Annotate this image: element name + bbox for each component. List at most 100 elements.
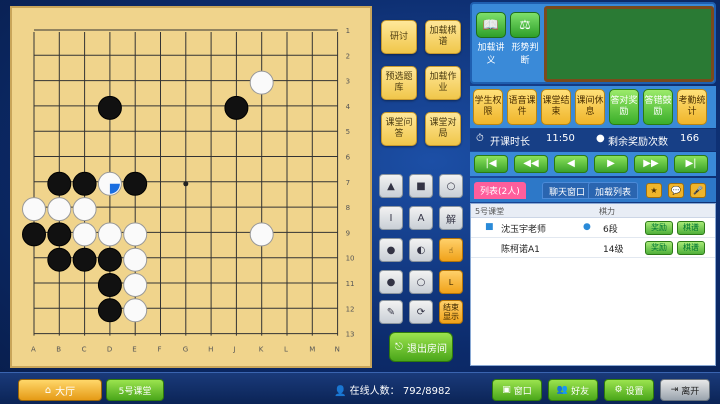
corner-mark-icon[interactable]: L xyxy=(439,270,463,294)
reward-value: 166 xyxy=(680,133,700,144)
column-label: E xyxy=(132,346,136,354)
black-stone xyxy=(123,171,148,196)
column-label: M xyxy=(309,346,315,354)
black-stone xyxy=(47,222,72,247)
black-stone xyxy=(97,95,122,120)
tab-load-list[interactable]: 加载列表 xyxy=(588,182,639,199)
end-display-button[interactable]: 结束 显示 xyxy=(439,300,463,324)
refresh-icon[interactable]: ⟳ xyxy=(409,300,433,324)
research-button[interactable]: 研讨 xyxy=(381,20,417,54)
board-canvas[interactable]: 1 A 2 B 3 C 4 D 5 E 6 F 7 G 8 H 9 J 10 K 11 L 12 M 13 N xyxy=(12,8,370,366)
class-end-button[interactable]: 课堂结束 xyxy=(541,89,571,125)
list-header: 5号课堂 棋力 xyxy=(471,204,715,218)
white-stone xyxy=(123,298,148,323)
column-label: K xyxy=(259,346,264,354)
settings-button[interactable]: ⚙ 设置 xyxy=(604,379,654,401)
gear-icon: ⚙ xyxy=(614,385,623,395)
clock-icon: ⏱ xyxy=(476,133,484,144)
white-place-icon[interactable]: ○ xyxy=(409,270,433,294)
friends-button[interactable]: 👥 好友 xyxy=(548,379,598,401)
row-label: 1 xyxy=(346,27,350,35)
black-stone xyxy=(97,273,122,297)
tab-chat[interactable]: 聊天窗口 xyxy=(542,182,593,199)
last-move-icon[interactable]: ▶| xyxy=(674,155,708,173)
wrong-encourage-button[interactable]: 答错鼓励 xyxy=(643,89,673,125)
column-label: N xyxy=(335,346,340,354)
exit-door-icon: ⎋ xyxy=(395,341,403,353)
alternate-stone-icon[interactable]: ◐ xyxy=(409,238,433,262)
cursor-icon[interactable]: I xyxy=(379,206,403,230)
row-label: 11 xyxy=(346,280,355,288)
load-lecture-button[interactable]: 📖 加载讲义 xyxy=(476,12,506,66)
row-label: 13 xyxy=(346,331,355,339)
column-label: L xyxy=(284,346,288,354)
column-label: C xyxy=(82,346,87,354)
reward-button[interactable]: 奖励 xyxy=(645,221,673,235)
blackboard xyxy=(544,6,714,82)
user-list: 5号课堂 棋力 ■ 沈玉宇老师 ● 6段 奖励 棋谱 陈柯诺A1 14级 奖励 … xyxy=(470,203,716,366)
favorite-icon[interactable]: ★ xyxy=(646,183,662,198)
leave-button[interactable]: ⇥ 离开 xyxy=(660,379,710,401)
situation-judge-button[interactable]: ⚖ 形势判断 xyxy=(510,12,540,66)
letter-mark-icon[interactable]: A xyxy=(409,206,433,230)
preview-problem-button[interactable]: 预选题库 xyxy=(381,66,417,100)
room-button[interactable]: 5号课堂 xyxy=(106,379,164,401)
black-stone xyxy=(97,247,122,272)
reward-label: 剩余奖励次数 xyxy=(608,137,668,148)
back-icon[interactable]: ◀ xyxy=(554,155,588,173)
chat-bubble-icon[interactable]: 💬 xyxy=(668,183,684,198)
reward-button[interactable]: 奖励 xyxy=(645,241,673,255)
tab-list[interactable]: 列表(2人) xyxy=(474,182,526,199)
exit-room-button[interactable]: ⎋ 退出房间 xyxy=(389,332,453,362)
correct-reward-button[interactable]: 答对奖励 xyxy=(609,89,639,125)
black-stone-icon[interactable]: ● xyxy=(379,238,403,262)
first-move-icon[interactable]: |◀ xyxy=(474,155,508,173)
row-label: 4 xyxy=(346,103,351,111)
solve-button[interactable]: 解 xyxy=(439,206,463,230)
voice-courseware-button[interactable]: 语音课件 xyxy=(507,89,537,125)
user-icon: ■ xyxy=(485,222,494,232)
white-stone xyxy=(72,222,97,247)
window-button[interactable]: ▣ 窗口 xyxy=(492,379,542,401)
student-permission-button[interactable]: 学生权限 xyxy=(473,89,503,125)
black-stone xyxy=(47,171,72,196)
home-icon: ⌂ xyxy=(44,384,52,396)
square-mark-icon[interactable]: ■ xyxy=(409,174,433,198)
user-icon: 👤 xyxy=(334,386,347,397)
attendance-button[interactable]: 考勤统计 xyxy=(677,89,707,125)
class-question-button[interactable]: 课堂问答 xyxy=(381,112,417,146)
column-label: J xyxy=(232,346,235,354)
board-button[interactable]: 棋谱 xyxy=(677,221,705,235)
list-item[interactable]: ■ 沈玉宇老师 ● 6段 奖励 棋谱 xyxy=(471,218,715,238)
class-match-button[interactable]: 课堂对局 xyxy=(425,112,461,146)
hand-icon[interactable]: ☝ xyxy=(439,238,463,262)
class-time-label: 开课时长 xyxy=(490,137,530,148)
break-button[interactable]: 课间休息 xyxy=(575,89,605,125)
broom-icon[interactable]: ✎ xyxy=(379,300,403,324)
black-stone xyxy=(47,247,72,272)
white-stone xyxy=(72,197,97,222)
board-button[interactable]: 棋谱 xyxy=(677,241,705,255)
row-label: 12 xyxy=(346,305,355,313)
fast-back-icon[interactable]: ◀◀ xyxy=(514,155,548,173)
white-stone xyxy=(249,222,274,247)
fast-forward-icon[interactable]: ▶▶ xyxy=(634,155,668,173)
white-stone xyxy=(97,222,122,247)
judge-icon: ⚖ xyxy=(510,12,540,38)
hall-button[interactable]: ⌂ 大厅 xyxy=(18,379,102,401)
microphone-icon[interactable]: 🎤 xyxy=(690,183,706,198)
black-stone xyxy=(72,171,97,196)
column-label: B xyxy=(56,346,61,354)
black-place-icon[interactable]: ● xyxy=(379,270,403,294)
forward-icon[interactable]: ▶ xyxy=(594,155,628,173)
white-stone xyxy=(123,273,148,297)
go-board[interactable]: 1 A 2 B 3 C 4 D 5 E 6 F 7 G 8 H 9 J 10 K 11 L 12 M 13 N xyxy=(10,6,372,368)
load-homework-button[interactable]: 加载作业 xyxy=(425,66,461,100)
load-board-button[interactable]: 加载棋谱 xyxy=(425,20,461,54)
circle-mark-icon[interactable]: ○ xyxy=(439,174,463,198)
list-item[interactable]: 陈柯诺A1 14级 奖励 棋谱 xyxy=(471,238,715,258)
triangle-mark-icon[interactable]: ▲ xyxy=(379,174,403,198)
last-move-marker xyxy=(109,183,120,194)
column-rank: 棋力 xyxy=(599,207,615,216)
right-panel: 📖 加载讲义 ⚖ 形势判断 学生权限 语音课件 课堂结束 课间休息 答对奖励 答… xyxy=(470,2,716,366)
